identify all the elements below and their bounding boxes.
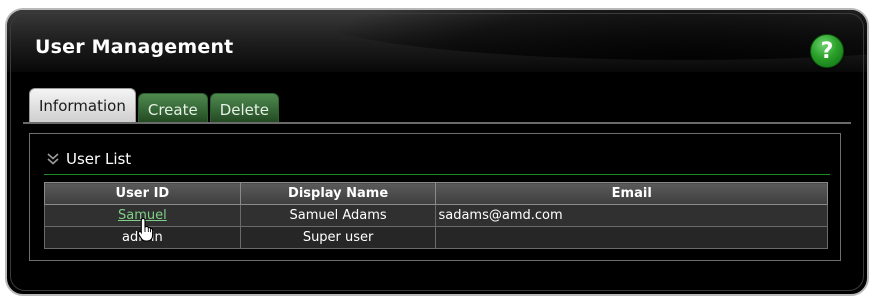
tab-delete-label: Delete	[219, 101, 269, 119]
tab-information-label: Information	[39, 96, 126, 115]
user-table: User ID Display Name Email Samuel Samuel…	[44, 182, 828, 249]
table-header-row: User ID Display Name Email	[44, 182, 828, 205]
user-management-panel: User Management ? Information Create Del…	[5, 8, 869, 296]
column-header-display-name[interactable]: Display Name	[239, 182, 437, 205]
display-name-cell: Super user	[239, 226, 437, 249]
double-chevron-down-icon	[47, 153, 59, 165]
section-divider	[44, 174, 830, 175]
email-cell: sadams@amd.com	[435, 204, 828, 227]
tab-create[interactable]: Create	[137, 93, 208, 122]
page-title: User Management	[35, 36, 234, 58]
tab-bar: Information Create Delete	[29, 88, 281, 122]
tab-underline	[23, 122, 851, 124]
tab-create-label: Create	[147, 101, 198, 119]
table-row[interactable]: admin Super user	[44, 226, 828, 249]
email-cell	[435, 226, 828, 249]
display-name-cell: Samuel Adams	[239, 204, 437, 227]
section-title: User List	[66, 150, 132, 168]
help-icon: ?	[820, 38, 834, 64]
column-header-email[interactable]: Email	[435, 182, 828, 205]
hand-pointer-icon	[137, 217, 154, 242]
tab-delete[interactable]: Delete	[209, 93, 279, 122]
help-button[interactable]: ?	[810, 34, 844, 68]
section-header[interactable]: User List	[46, 150, 131, 168]
column-header-user-id[interactable]: User ID	[44, 182, 241, 205]
tab-information[interactable]: Information	[29, 88, 136, 122]
table-row[interactable]: Samuel Samuel Adams sadams@amd.com	[44, 204, 828, 227]
